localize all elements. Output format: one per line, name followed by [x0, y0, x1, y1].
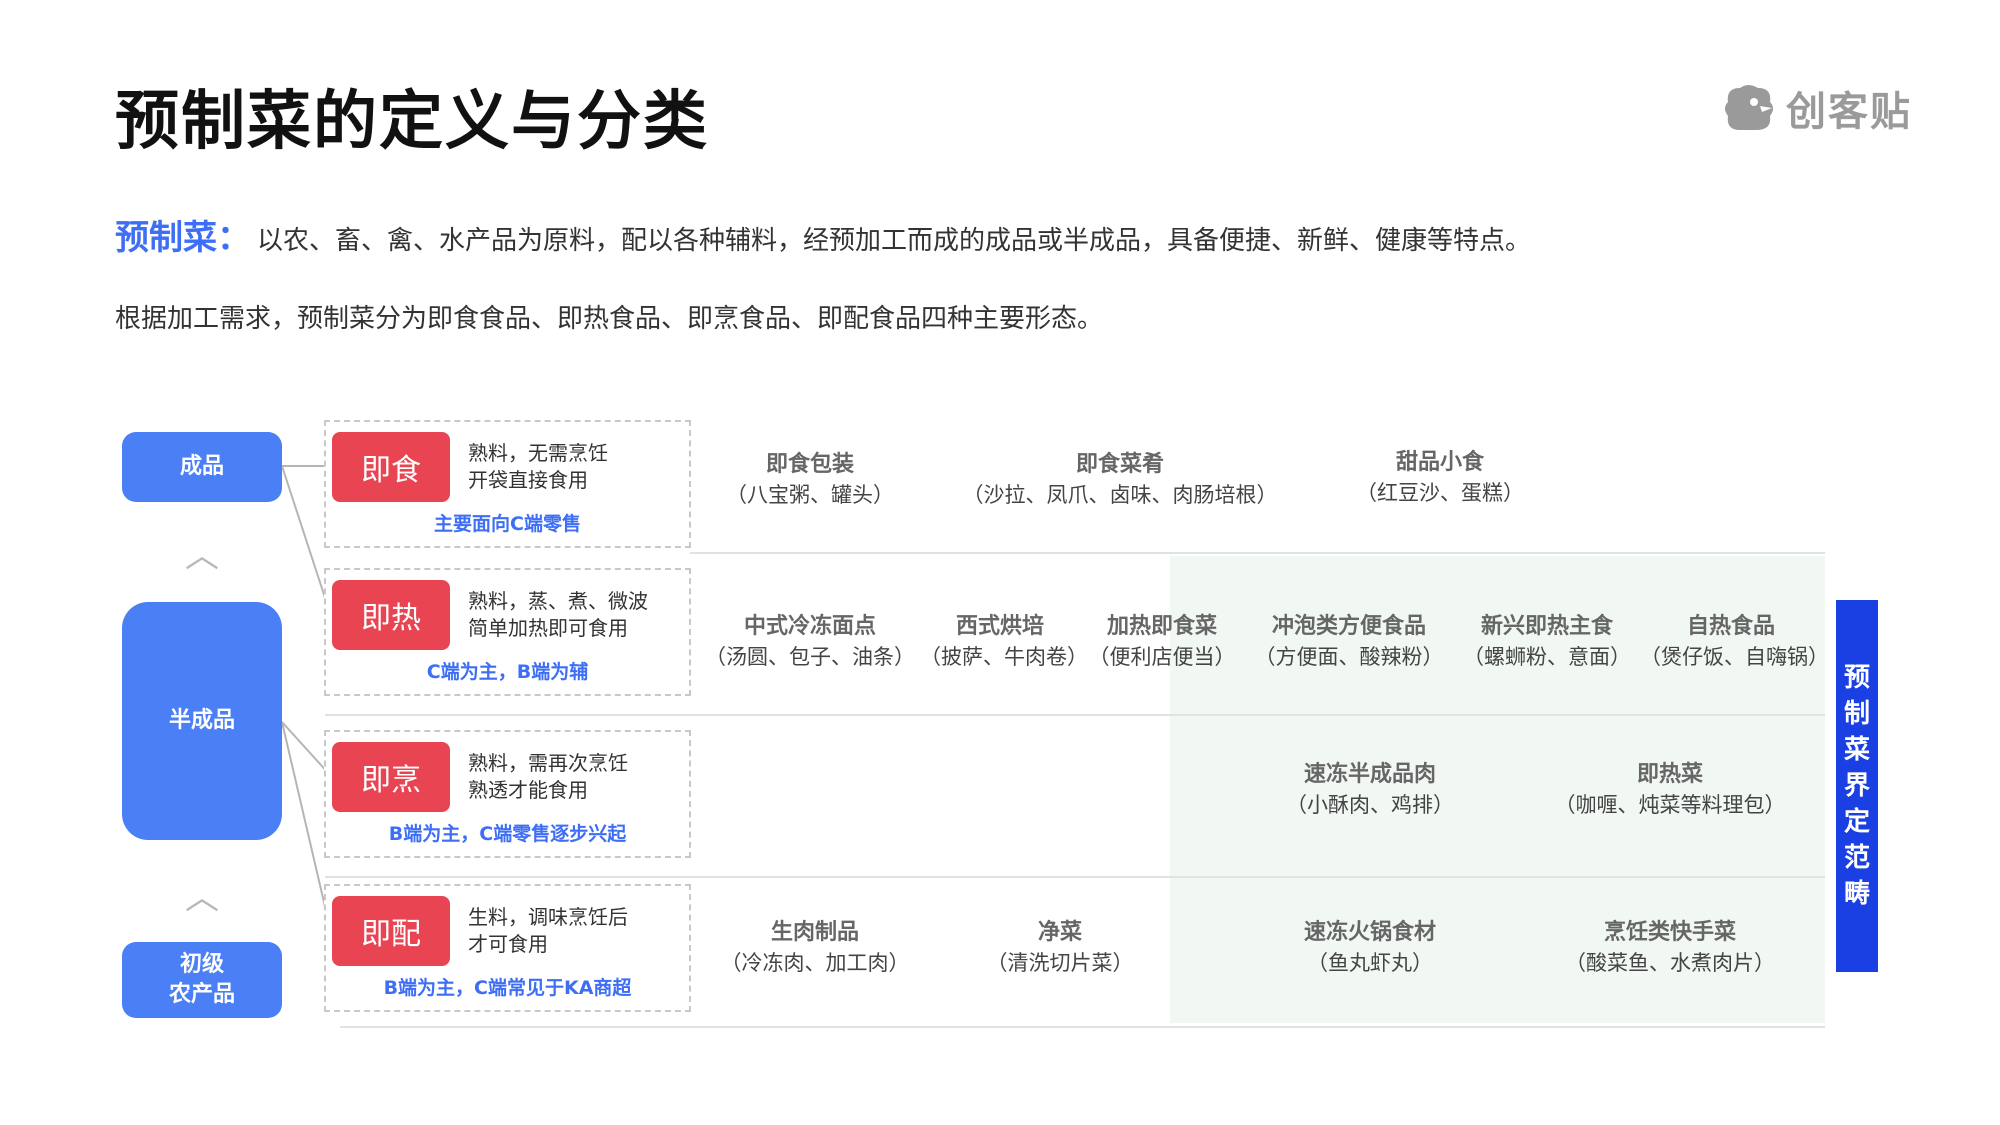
type-desc-line: 熟料，无需烹饪: [468, 441, 608, 465]
category-name: 即食包装: [765, 452, 854, 477]
category-detail: （煲仔饭、自嗨锅）: [1640, 645, 1829, 669]
category-item: 冲泡类方便食品 （方便面、酸辣粉）: [1244, 612, 1454, 672]
category-name: 冲泡类方便食品: [1271, 614, 1426, 639]
type-tag: 即烹: [332, 742, 450, 812]
category-detail: （披萨、牛肉卷）: [920, 645, 1088, 669]
scope-bar: 预 制 菜 界 定 范 畴: [1836, 600, 1878, 972]
category-name: 甜品小食: [1395, 450, 1484, 475]
category-name: 加热即食菜: [1106, 614, 1217, 639]
category-item: 生肉制品 （冷冻肉、加工肉）: [715, 918, 915, 978]
category-detail: （沙拉、凤爪、卤味、肉肠培根）: [962, 483, 1278, 507]
type-description: 熟料，需再次烹饪 熟透才能食用: [468, 750, 628, 804]
scope-char: 定: [1843, 807, 1870, 837]
definition-text: 以农、畜、禽、水产品为原料，配以各种辅料，经预加工而成的成品或半成品，具备便捷、…: [257, 226, 1532, 256]
category-name: 速冻半成品肉: [1303, 762, 1436, 787]
type-tag: 即热: [332, 580, 450, 650]
category-detail: （咖喱、炖菜等料理包）: [1554, 793, 1786, 817]
type-desc-line: 生料，调味烹饪后: [468, 905, 628, 929]
category-name: 自热食品: [1686, 614, 1775, 639]
category-detail: （鱼丸虾丸）: [1307, 951, 1433, 975]
chevron-up-icon: ︿: [185, 878, 219, 918]
type-box-ready-to-eat: 即食 熟料，无需烹饪 开袋直接食用 主要面向C端零售: [324, 420, 691, 548]
scope-char: 制: [1843, 699, 1870, 729]
category-item: 甜品小食 （红豆沙、蛋糕）: [1340, 448, 1540, 508]
type-note: B端为主，C端常见于KA商超: [383, 977, 632, 999]
row-divider: [325, 714, 1825, 716]
category-name: 烹饪类快手菜: [1603, 920, 1736, 945]
type-tag: 即食: [332, 432, 450, 502]
category-detail: （清洗切片菜）: [986, 951, 1134, 975]
category-item: 即食菜肴 （沙拉、凤爪、卤味、肉肠培根）: [950, 450, 1290, 510]
category-detail: （方便面、酸辣粉）: [1254, 645, 1444, 669]
category-name: 即食菜肴: [1075, 452, 1164, 477]
classification-paragraph: 根据加工需求，预制菜分为即食食品、即热食品、即烹食品、即配食品四种主要形态。: [115, 304, 1104, 334]
category-item: 烹饪类快手菜 （酸菜鱼、水煮肉片）: [1560, 918, 1780, 978]
type-desc-line: 简单加热即可食用: [468, 616, 628, 640]
type-description: 熟料，无需烹饪 开袋直接食用: [468, 440, 608, 494]
type-note: C端为主，B端为辅: [426, 661, 589, 683]
row-divider: [690, 552, 1825, 554]
type-description: 熟料，蒸、煮、微波 简单加热即可食用: [468, 588, 648, 642]
stage-semi-box: 半成品: [122, 602, 282, 840]
stage-raw-label-2: 农产品: [168, 982, 235, 1007]
category-item: 加热即食菜 （便利店便当）: [1082, 612, 1242, 672]
type-box-ready-to-cook: 即烹 熟料，需再次烹饪 熟透才能食用 B端为主，C端零售逐步兴起: [324, 730, 691, 858]
type-desc-line: 才可食用: [468, 932, 548, 956]
brand-logo: 创客贴: [1720, 80, 1912, 136]
category-detail: （汤圆、包子、油条）: [705, 645, 915, 669]
scope-char: 预: [1843, 663, 1870, 693]
category-item: 新兴即热主食 （螺蛳粉、意面）: [1456, 612, 1638, 672]
stage-raw-label-1: 初级: [179, 952, 224, 977]
stage-semi-label: 半成品: [168, 708, 235, 733]
type-description: 生料，调味烹饪后 才可食用: [468, 904, 628, 958]
category-item: 中式冷冻面点 （汤圆、包子、油条）: [700, 612, 920, 672]
scope-char: 畴: [1843, 879, 1870, 909]
definition-line: 预制菜： 以农、畜、禽、水产品为原料，配以各种辅料，经预加工而成的成品或半成品，具…: [115, 210, 1531, 259]
type-desc-line: 熟料，蒸、煮、微波: [468, 589, 648, 613]
category-detail: （小酥肉、鸡排）: [1286, 793, 1454, 817]
category-item: 自热食品 （煲仔饭、自嗨锅）: [1640, 612, 1829, 672]
logo-text: 创客贴: [1786, 89, 1912, 135]
row-divider: [325, 876, 1825, 878]
type-note: 主要面向C端零售: [434, 513, 581, 535]
category-name: 即热菜: [1636, 762, 1703, 787]
chevron-up-icon: ︿: [185, 536, 219, 576]
type-box-ready-to-prepare: 即配 生料，调味烹饪后 才可食用 B端为主，C端常见于KA商超: [324, 884, 691, 1012]
type-desc-line: 熟料，需再次烹饪: [468, 751, 628, 775]
stage-raw-box: 初级 农产品: [122, 942, 282, 1018]
type-desc-line: 熟透才能食用: [468, 778, 588, 802]
category-name: 净菜: [1037, 920, 1082, 945]
category-item: 净菜 （清洗切片菜）: [980, 918, 1140, 978]
category-item: 速冻半成品肉 （小酥肉、鸡排）: [1270, 760, 1470, 820]
category-name: 新兴即热主食: [1480, 614, 1613, 639]
category-detail: （红豆沙、蛋糕）: [1356, 481, 1524, 505]
scope-char: 菜: [1843, 735, 1870, 765]
category-name: 速冻火锅食材: [1303, 920, 1436, 945]
category-item: 西式烘培 （披萨、牛肉卷）: [920, 612, 1088, 672]
scope-char: 界: [1843, 771, 1870, 801]
category-name: 生肉制品: [770, 920, 859, 945]
category-detail: （八宝粥、罐头）: [726, 483, 894, 507]
stage-finished-box: 成品: [122, 432, 282, 502]
type-note: B端为主，C端零售逐步兴起: [388, 823, 627, 845]
scope-char: 范: [1843, 843, 1870, 873]
category-detail: （螺蛳粉、意面）: [1463, 645, 1631, 669]
category-detail: （便利店便当）: [1088, 645, 1236, 669]
category-name: 西式烘培: [955, 614, 1044, 639]
category-name: 中式冷冻面点: [743, 614, 876, 639]
category-detail: （酸菜鱼、水煮肉片）: [1565, 951, 1775, 975]
page-title: 预制菜的定义与分类: [115, 85, 709, 159]
category-detail: （冷冻肉、加工肉）: [720, 951, 910, 975]
type-tag: 即配: [332, 896, 450, 966]
category-item: 即食包装 （八宝粥、罐头）: [710, 450, 910, 510]
bird-logo-icon: [1725, 85, 1773, 130]
stage-finished-label: 成品: [179, 454, 224, 479]
category-item: 即热菜 （咖喱、炖菜等料理包）: [1550, 760, 1790, 820]
type-desc-line: 开袋直接食用: [468, 468, 588, 492]
row-divider: [340, 1026, 1825, 1028]
definition-term: 预制菜：: [115, 218, 251, 258]
type-box-ready-to-heat: 即热 熟料，蒸、煮、微波 简单加热即可食用 C端为主，B端为辅: [324, 568, 691, 696]
category-item: 速冻火锅食材 （鱼丸虾丸）: [1270, 918, 1470, 978]
